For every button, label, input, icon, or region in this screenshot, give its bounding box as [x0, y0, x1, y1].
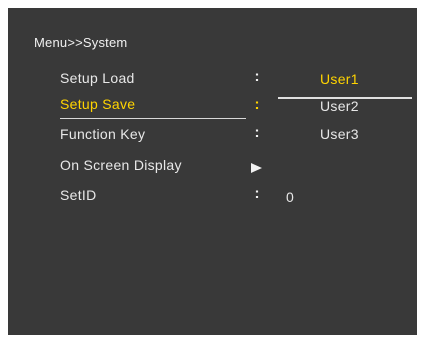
option-user1[interactable]: User1: [320, 71, 359, 87]
setid-colon: :: [254, 185, 260, 202]
selected-item-underline: [60, 118, 246, 119]
osd-menu-panel: Menu>>System Setup Load Setup Save Funct…: [8, 8, 417, 335]
option-user2[interactable]: User2: [320, 98, 359, 114]
setup-load-colon: :: [254, 68, 260, 85]
setid-value: 0: [286, 189, 294, 205]
play-arrow-icon: [251, 163, 262, 173]
menu-item-on-screen-display[interactable]: On Screen Display: [60, 157, 182, 173]
option-user3[interactable]: User3: [320, 126, 359, 142]
function-key-colon: :: [254, 124, 260, 141]
menu-item-function-key[interactable]: Function Key: [60, 126, 145, 142]
menu-item-setup-load[interactable]: Setup Load: [60, 70, 135, 86]
menu-item-setup-save[interactable]: Setup Save: [60, 96, 135, 112]
setup-save-colon: :: [254, 96, 260, 113]
menu-item-setid[interactable]: SetID: [60, 187, 97, 203]
menu-breadcrumb: Menu>>System: [34, 35, 128, 50]
